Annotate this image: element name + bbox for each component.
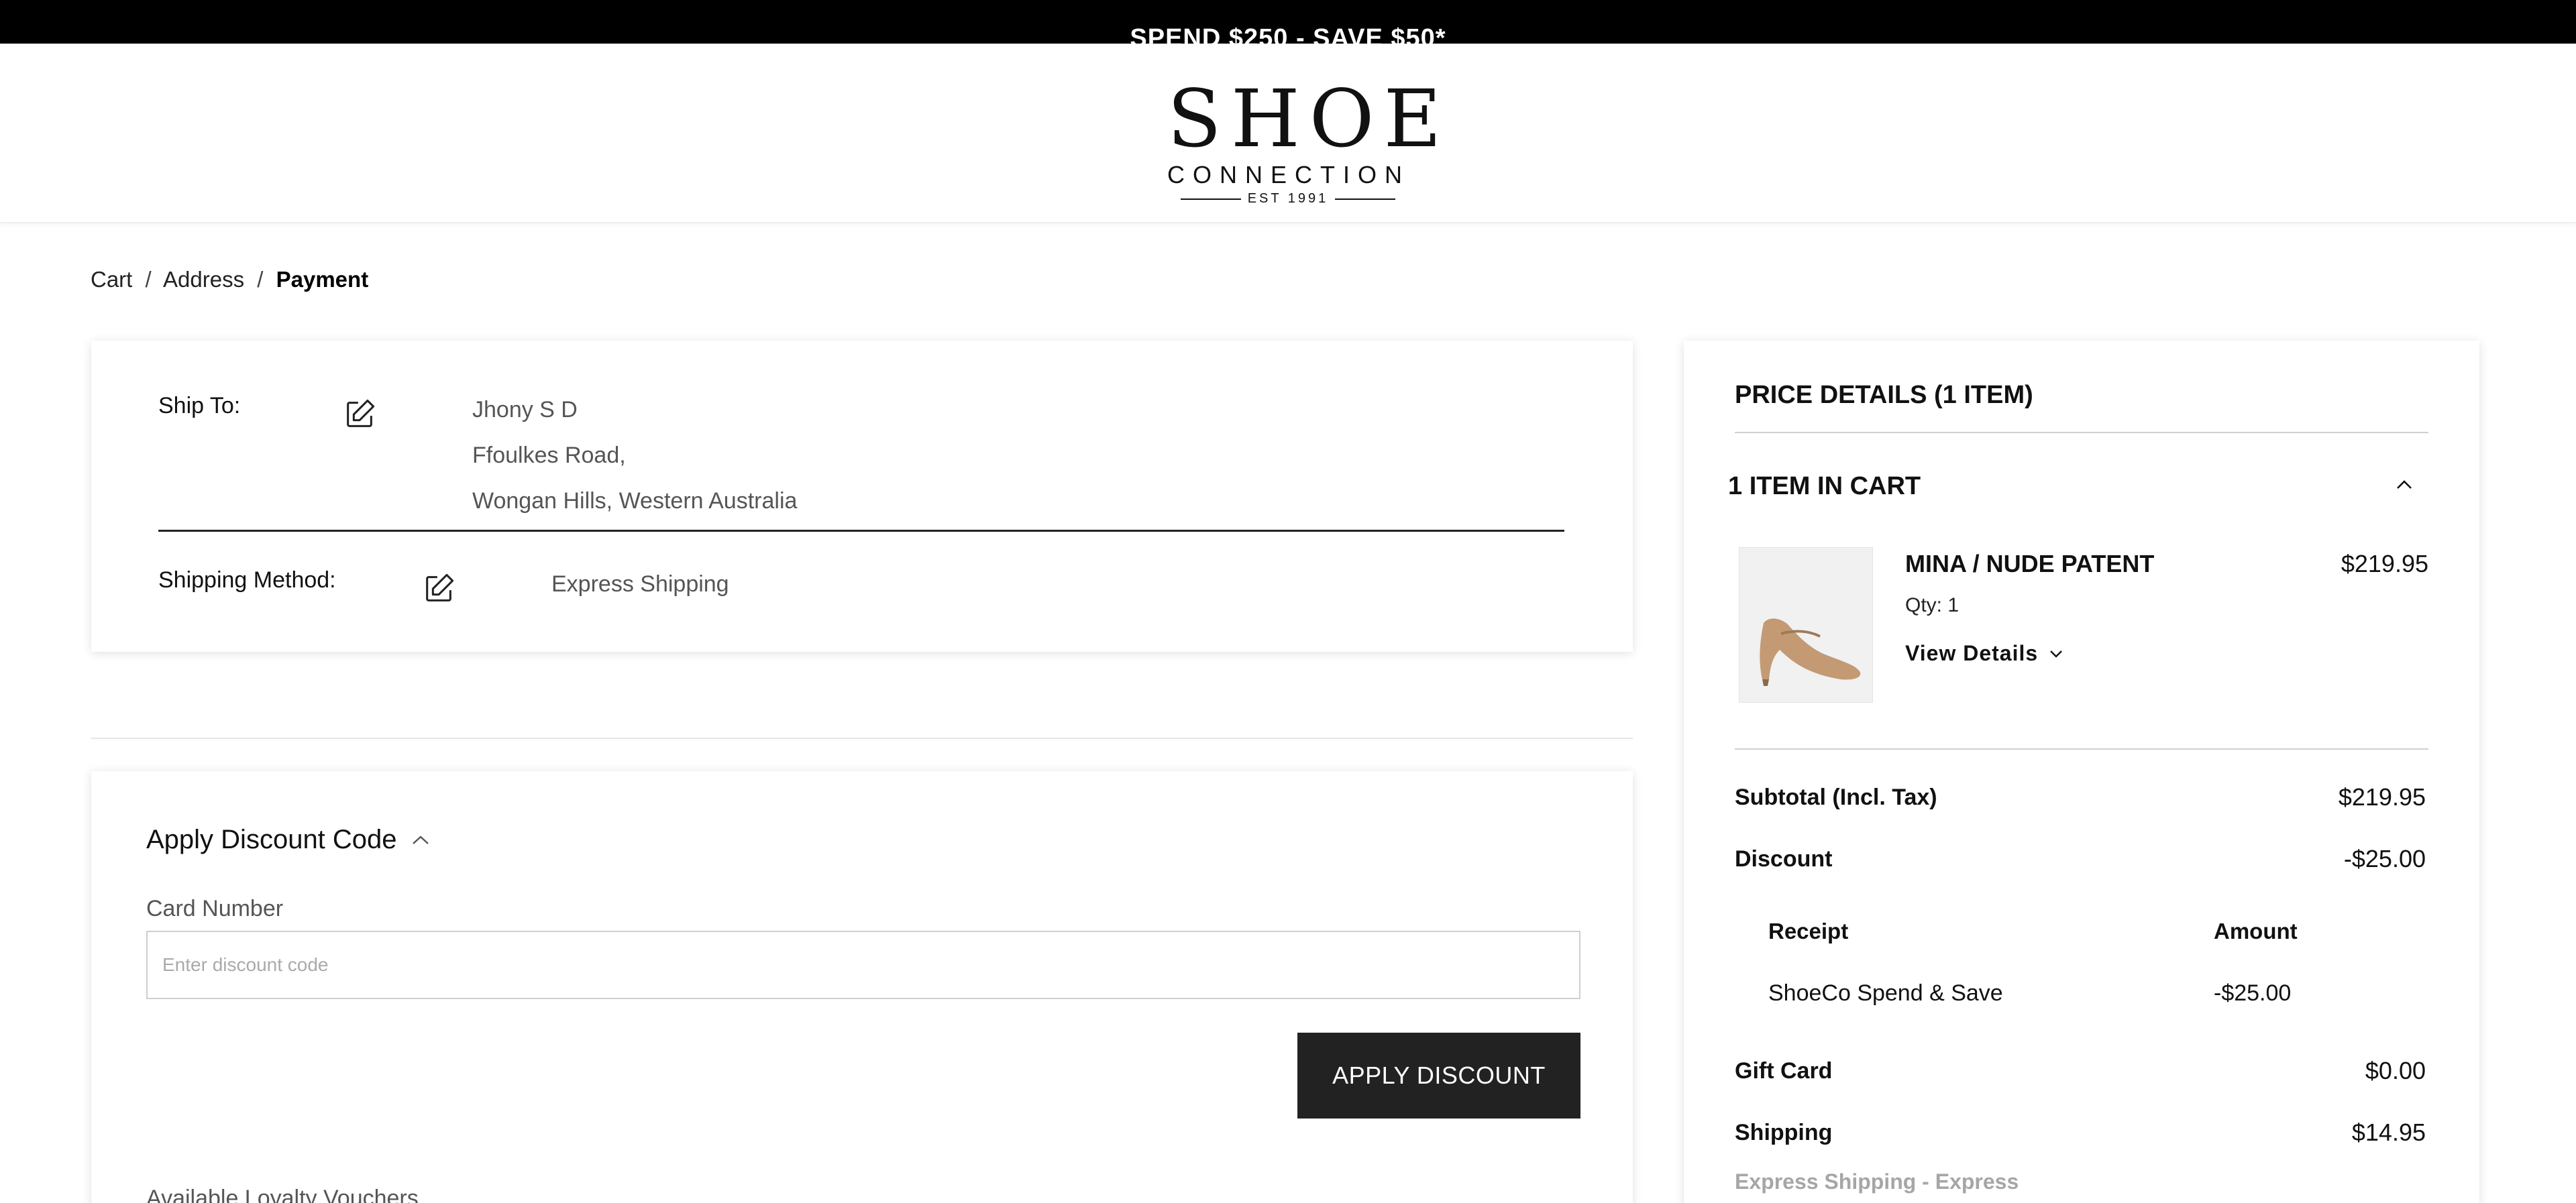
receipt-name: ShoeCo Spend & Save <box>1768 980 2003 1006</box>
gift-card-label: Gift Card <box>1735 1058 1833 1084</box>
edit-address-icon[interactable] <box>342 397 377 432</box>
logo-sub-text: CONNECTION <box>1167 161 1410 188</box>
discount-toggle[interactable]: Apply Discount Code <box>146 825 431 855</box>
apply-discount-button[interactable]: APPLY DISCOUNT <box>1297 1033 1580 1119</box>
view-details-button[interactable]: View Details <box>1905 641 2065 666</box>
shoe-icon <box>1760 618 1861 686</box>
card-number-label: Card Number <box>146 896 284 921</box>
breadcrumb-separator: / <box>145 267 152 292</box>
site-header: SHOE CONNECTION EST 1991 <box>0 44 2576 223</box>
loyalty-vouchers-label: Available Loyalty Vouchers <box>146 1186 419 1203</box>
subtotal-value: $219.95 <box>2338 783 2426 811</box>
gift-card-value: $0.00 <box>2365 1057 2426 1084</box>
breadcrumb-address[interactable]: Address <box>163 267 244 292</box>
logo-est-text: EST 1991 <box>1247 191 1329 206</box>
subtotal-label: Subtotal (Incl. Tax) <box>1735 785 1937 810</box>
shipping-value: $14.95 <box>2351 1119 2426 1146</box>
logo-rule-right <box>1335 198 1396 200</box>
discount-card: Apply Discount Code Card Number APPLY DI… <box>91 771 1633 1203</box>
section-divider <box>91 738 1633 739</box>
receipt-header: Receipt <box>1768 919 1849 943</box>
breadcrumb: Cart / Address / Payment <box>91 267 368 292</box>
shipping-method-label: Shipping Method: <box>158 567 336 593</box>
amount-header: Amount <box>2214 919 2298 943</box>
chevron-down-icon <box>2050 650 2063 658</box>
edit-shipping-icon[interactable] <box>421 571 456 606</box>
logo-main-text: SHOE <box>1167 72 1451 165</box>
price-details-title: PRICE DETAILS (1 ITEM) <box>1735 381 2033 409</box>
view-details-label: View Details <box>1905 641 2039 665</box>
shipping-summary-card: Ship To: Jhony S D Ffoulkes Road, Wongan… <box>91 341 1633 652</box>
promo-text: SPEND $250 - SAVE $50* <box>1130 24 1446 44</box>
product-image[interactable] <box>1739 547 1873 703</box>
breadcrumb-cart[interactable]: Cart <box>91 267 132 292</box>
breadcrumb-payment: Payment <box>276 267 369 292</box>
shipping-method-value: Express Shipping <box>551 571 729 597</box>
discount-title: Apply Discount Code <box>146 825 397 854</box>
promo-bar: SPEND $250 - SAVE $50* <box>0 0 2576 44</box>
cart-divider <box>1735 748 2428 750</box>
logo-est: EST 1991 <box>1167 191 1409 207</box>
price-details-card: PRICE DETAILS (1 ITEM) 1 ITEM IN CART MI… <box>1684 341 2479 1203</box>
breadcrumb-separator: / <box>257 267 264 292</box>
shipping-note: Express Shipping - Express <box>1735 1169 2019 1194</box>
cart-items-header[interactable]: 1 ITEM IN CART <box>1728 472 1921 501</box>
discount-label: Discount <box>1735 846 1833 872</box>
chevron-up-icon <box>412 835 429 844</box>
shipping-divider <box>158 530 1564 532</box>
address-line-street: Ffoulkes Road, <box>472 443 626 468</box>
receipt-amount: -$25.00 <box>2214 980 2292 1006</box>
price-title-divider <box>1735 432 2428 433</box>
chevron-up-icon[interactable] <box>2392 476 2416 492</box>
product-name[interactable]: MINA / NUDE PATENT <box>1905 550 2154 578</box>
product-price: $219.95 <box>2341 550 2428 577</box>
ship-to-label: Ship To: <box>158 393 241 418</box>
shoe-connection-logo[interactable]: SHOE CONNECTION EST 1991 <box>1167 72 1451 206</box>
address-line-name: Jhony S D <box>472 397 578 422</box>
discount-code-input[interactable] <box>146 931 1580 999</box>
discount-value: -$25.00 <box>2343 845 2426 872</box>
product-qty: Qty: 1 <box>1905 594 1960 616</box>
logo-rule-left <box>1180 198 1241 200</box>
address-line-city: Wongan Hills, Western Australia <box>472 488 798 514</box>
shipping-label: Shipping <box>1735 1120 1833 1145</box>
